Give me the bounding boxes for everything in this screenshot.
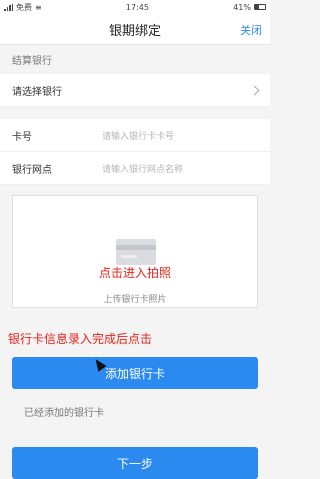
upload-photo-area[interactable]: 点击进入拍照 上传银行卡照片 [12,195,258,308]
upload-hint: 上传银行卡照片 [103,295,167,305]
next-button[interactable]: 下一步 [12,447,258,479]
select-bank-label: 请选择银行 [12,86,62,98]
carrier-text: 免费 [16,2,32,12]
battery-icon [253,4,266,10]
close-button[interactable]: 关闭 [240,22,262,38]
branch-label: 银行网点 [12,164,52,176]
card-number-row[interactable]: 卡号 请输入银行卡卡号 [0,119,270,152]
page-title: 银期绑定 [108,23,161,39]
add-bank-card-label: 添加银行卡 [104,366,165,381]
battery-percent: 41% [233,2,251,12]
select-bank-row[interactable]: 请选择银行 [0,74,270,107]
wifi-icon: ≡ [35,2,42,12]
add-bank-card-button[interactable]: 添加银行卡 [12,357,258,389]
next-label: 下一步 [116,456,153,471]
card-number-label: 卡号 [12,131,32,143]
photo-annotation: 点击进入拍照 [98,266,171,280]
bank-card-icon [116,239,156,265]
add-card-annotation: 银行卡信息录入完成后点击 [8,332,153,346]
settlement-section-label: 结算银行 [12,56,52,67]
card-number-input[interactable]: 请输入银行卡卡号 [102,129,174,142]
clock: 17:45 [125,2,149,12]
branch-row[interactable]: 银行网点 请输入银行网点名称 [0,152,270,185]
signal-icon [4,3,13,11]
branch-input[interactable]: 请输入银行网点名称 [102,162,183,175]
chevron-right-icon [249,85,260,95]
added-cards-label: 已经添加的银行卡 [24,408,104,419]
status-bar: 免费 ≡ 17:45 41% [0,0,270,14]
navbar: 银期绑定 关闭 [0,14,270,45]
